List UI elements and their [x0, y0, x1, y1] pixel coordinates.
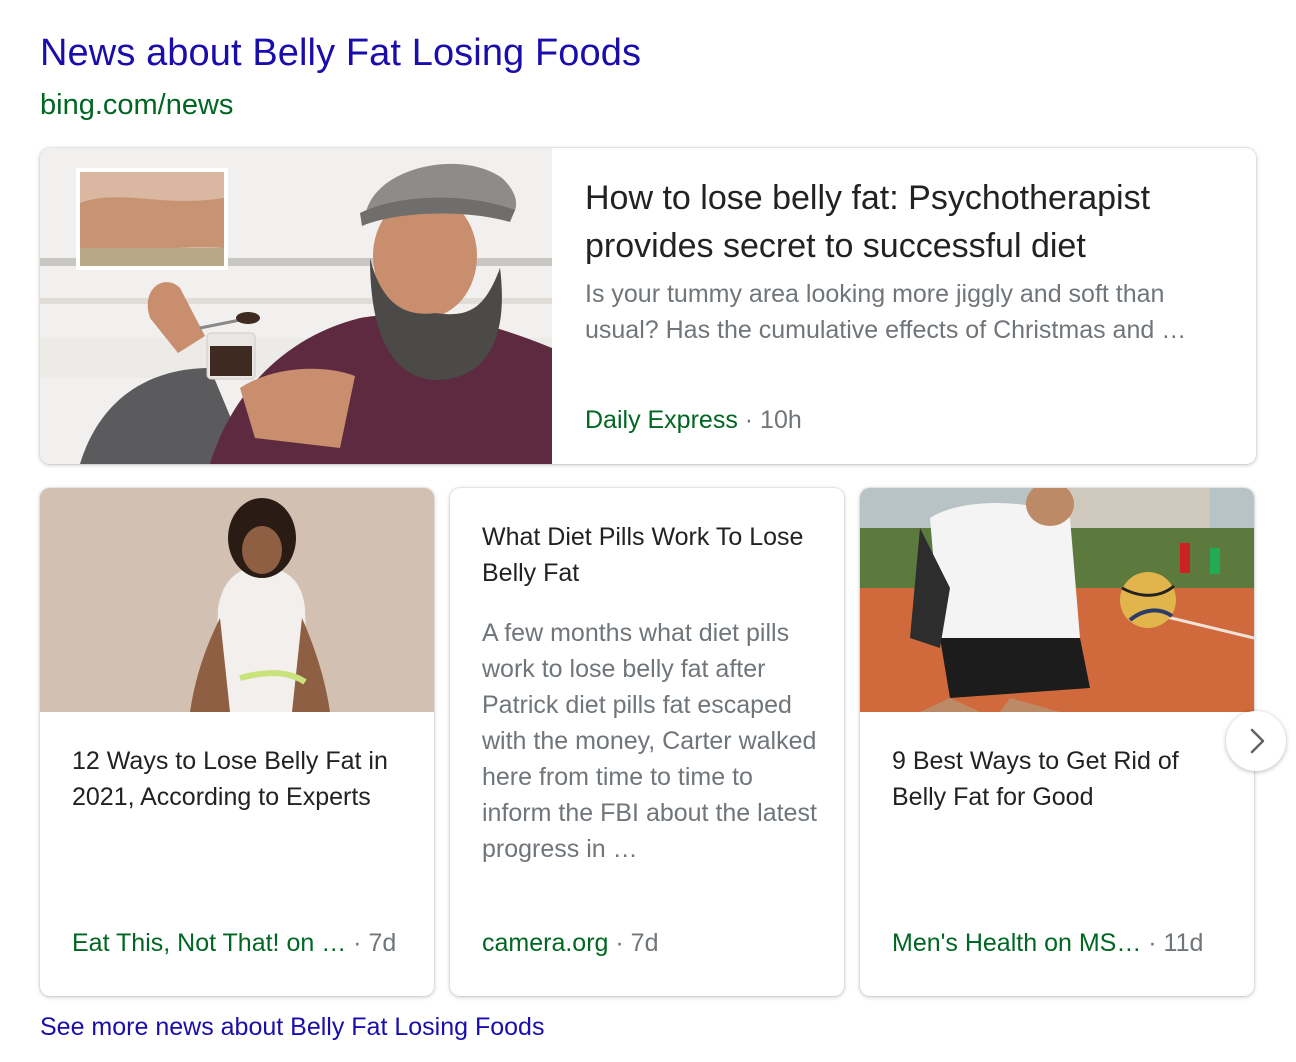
news-card-3[interactable]: 9 Best Ways to Get Rid of Belly Fat for …: [860, 488, 1254, 996]
news-card-1-age: · 7d: [353, 929, 397, 957]
news-card-3-source: Men's Health on MS…: [892, 929, 1142, 957]
news-card-1-headline[interactable]: 12 Ways to Lose Belly Fat in 2021, Accor…: [72, 743, 412, 815]
news-card-2-age: · 7d: [615, 929, 659, 957]
section-title-link[interactable]: News about Belly Fat Losing Foods: [40, 32, 641, 75]
chevron-right-icon: [1250, 728, 1265, 754]
source-url: bing.com/news: [40, 89, 234, 121]
news-card-3-age: · 11d: [1148, 929, 1204, 957]
news-card-1-source: Eat This, Not That! on …: [72, 929, 347, 957]
news-card-1-meta: Eat This, Not That! on … · 7d: [72, 929, 396, 958]
featured-age: · 10h: [744, 406, 802, 434]
news-card-1[interactable]: 12 Ways to Lose Belly Fat in 2021, Accor…: [40, 488, 434, 996]
featured-snippet: Is your tummy area looking more jiggly a…: [585, 280, 1187, 344]
news-card-3-meta: Men's Health on MS… · 11d: [892, 929, 1203, 958]
featured-news-card[interactable]: How to lose belly fat: Psychotherapist p…: [40, 148, 1256, 464]
news-card-1-image[interactable]: [40, 488, 434, 712]
news-card-3-headline[interactable]: 9 Best Ways to Get Rid of Belly Fat for …: [892, 743, 1232, 815]
featured-source: Daily Express: [585, 406, 738, 434]
news-card-3-image[interactable]: [860, 488, 1254, 712]
featured-image[interactable]: [40, 148, 552, 464]
news-card-2-snippet: A few months what diet pills work to los…: [482, 619, 817, 863]
featured-headline[interactable]: How to lose belly fat: Psychotherapist p…: [585, 174, 1225, 270]
news-card-2[interactable]: What Diet Pills Work To Lose Belly Fat A…: [450, 488, 844, 996]
featured-meta: Daily Express · 10h: [585, 406, 802, 435]
news-card-2-headline[interactable]: What Diet Pills Work To Lose Belly Fat: [482, 519, 822, 591]
see-more-news-link[interactable]: See more news about Belly Fat Losing Foo…: [40, 1013, 544, 1042]
news-card-2-meta: camera.org · 7d: [482, 929, 659, 958]
news-card-2-source: camera.org: [482, 929, 609, 957]
carousel-next-button[interactable]: [1226, 711, 1286, 771]
